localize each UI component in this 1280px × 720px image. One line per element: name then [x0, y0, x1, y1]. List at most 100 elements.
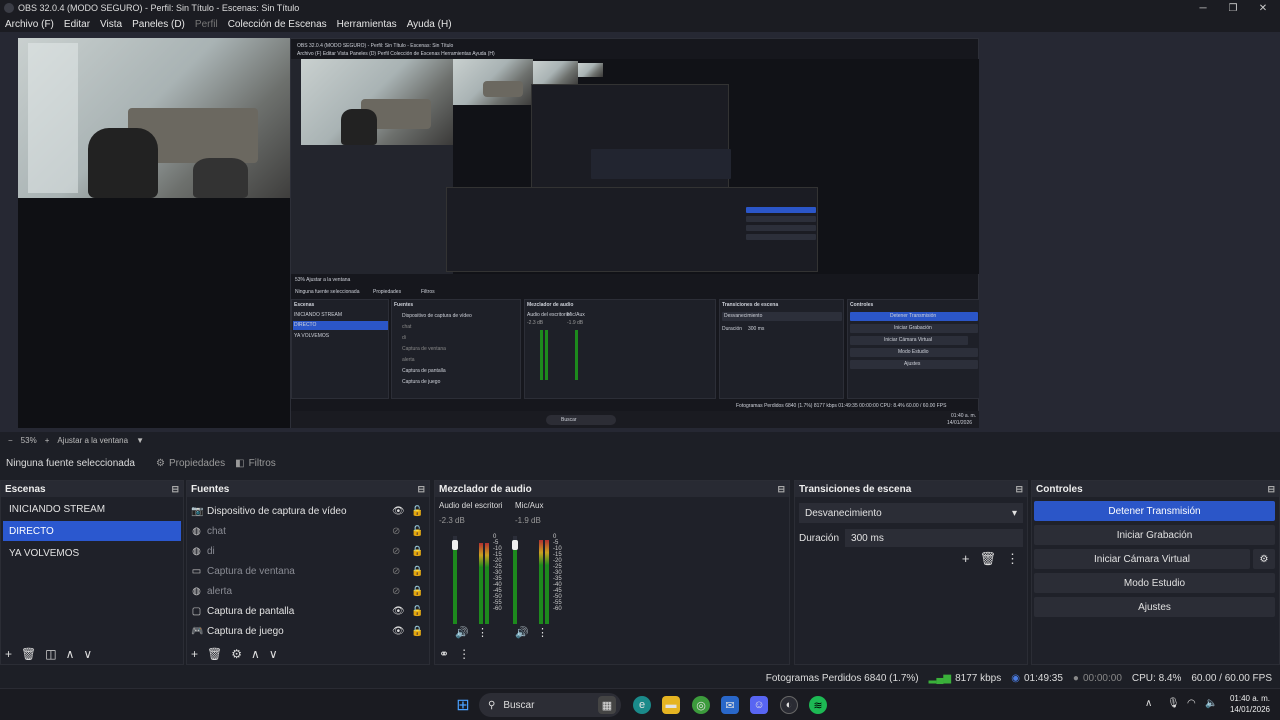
eye-off-icon[interactable]: ⊘: [392, 526, 400, 537]
gear-icon: ⚙: [156, 457, 165, 469]
zoom-out-button[interactable]: −: [8, 436, 13, 445]
mixer-toolbar: ⚭ ⋮: [439, 647, 479, 661]
unlock-icon[interactable]: 🔓: [411, 506, 423, 517]
add-scene-icon[interactable]: +: [5, 647, 12, 661]
settings-button[interactable]: Ajustes: [1034, 597, 1275, 617]
eye-icon[interactable]: 👁: [392, 626, 405, 637]
eye-off-icon[interactable]: ⊘: [392, 546, 400, 557]
unlock-icon[interactable]: 🔓: [411, 606, 423, 617]
edge-browser-icon[interactable]: e: [633, 696, 651, 714]
lock-icon[interactable]: 🔒: [411, 626, 423, 637]
dock-menu-icon[interactable]: ⊟: [171, 484, 179, 495]
mail-icon[interactable]: ✉: [721, 696, 739, 714]
speaker-icon[interactable]: 🔊: [515, 626, 529, 639]
source-row[interactable]: ▭ Captura de ventana ⊘ 🔒: [187, 561, 429, 581]
wifi-icon[interactable]: ◠: [1187, 698, 1196, 709]
obs-taskbar-icon[interactable]: ◐: [780, 696, 798, 714]
nested-duration-label: Duración: [722, 326, 743, 332]
source-row[interactable]: 📷 Dispositivo de captura de vídeo 👁 🔓: [187, 501, 429, 521]
source-settings-icon[interactable]: ⚙: [231, 647, 242, 661]
menu-herramientas[interactable]: Herramientas: [337, 19, 397, 30]
widget-icon[interactable]: ▦: [598, 696, 616, 714]
lock-icon[interactable]: 🔒: [411, 566, 423, 577]
menu-perfil[interactable]: Perfil: [195, 19, 218, 30]
unlock-icon[interactable]: 🔓: [411, 526, 423, 537]
dock-menu-icon[interactable]: ⊟: [417, 484, 425, 495]
discord-icon[interactable]: ☺: [750, 696, 768, 714]
zoom-dropdown-arrow-icon[interactable]: ▼: [136, 436, 144, 445]
start-virtual-camera-button[interactable]: Iniciar Cámara Virtual: [1034, 549, 1250, 569]
studio-mode-button[interactable]: Modo Estudio: [1034, 573, 1275, 593]
duration-spinbox[interactable]: 300 ms: [845, 529, 1023, 547]
preview-canvas[interactable]: OBS 32.0.4 (MODO SEGURO) - Perfil: Sin T…: [18, 38, 979, 428]
speaker-icon[interactable]: 🔊: [455, 626, 469, 639]
kebab-menu-icon[interactable]: ⋮: [1006, 551, 1019, 567]
scene-ya-volvemos[interactable]: YA VOLVEMOS: [3, 543, 181, 563]
volume-slider-knob[interactable]: [512, 540, 518, 550]
maximize-button[interactable]: ❐: [1218, 0, 1248, 16]
add-transition-icon[interactable]: +: [962, 551, 970, 567]
menu-vista[interactable]: Vista: [100, 19, 122, 30]
nested-title: OBS 32.0.4 (MODO SEGURO) - Perfil: Sin T…: [297, 43, 454, 49]
minimize-button[interactable]: ─: [1188, 0, 1218, 16]
source-row[interactable]: ◍ chat ⊘ 🔓: [187, 521, 429, 541]
eye-off-icon[interactable]: ⊘: [392, 566, 400, 577]
zoom-in-button[interactable]: +: [45, 436, 50, 445]
menu-ayuda[interactable]: Ayuda (H): [407, 19, 452, 30]
tray-chevron-icon[interactable]: ∧: [1145, 698, 1152, 709]
menu-paneles[interactable]: Paneles (D): [132, 19, 185, 30]
remove-transition-icon[interactable]: 🗑: [979, 551, 996, 567]
remove-scene-icon[interactable]: 🗑: [21, 647, 36, 661]
virtual-camera-settings-gear-icon[interactable]: ⚙: [1253, 549, 1275, 569]
microphone-icon[interactable]: 🎙: [1167, 698, 1180, 709]
eye-icon[interactable]: 👁: [392, 506, 405, 517]
eye-icon[interactable]: 👁: [392, 606, 405, 617]
scene-directo[interactable]: DIRECTO: [3, 521, 181, 541]
dock-menu-icon[interactable]: ⊟: [777, 484, 785, 495]
move-up-icon[interactable]: ∧: [66, 647, 75, 661]
stop-streaming-button[interactable]: Detener Transmisión: [1034, 501, 1275, 521]
properties-button[interactable]: ⚙ Propiedades: [156, 458, 225, 469]
transition-select[interactable]: Desvanecimiento ▾: [799, 503, 1023, 523]
dock-menu-icon[interactable]: ⊟: [1015, 484, 1023, 495]
mixer-link-icon[interactable]: ⚭: [439, 647, 449, 661]
source-row[interactable]: ◍ di ⊘ 🔒: [187, 541, 429, 561]
volume-slider-knob[interactable]: [452, 540, 458, 550]
scene-iniciando-stream[interactable]: INICIANDO STREAM: [3, 499, 181, 519]
volume-level-fill: [453, 543, 457, 624]
menu-archivo[interactable]: Archivo (F): [5, 19, 54, 30]
lock-icon[interactable]: 🔒: [411, 586, 423, 597]
nested-control-4: Ajustes: [904, 361, 921, 367]
start-recording-button[interactable]: Iniciar Grabación: [1034, 525, 1275, 545]
fit-window-label[interactable]: Ajustar a la ventana: [57, 436, 128, 445]
source-row[interactable]: 🎮 Captura de juego 👁 🔒: [187, 621, 429, 641]
spotify-icon[interactable]: ≋: [809, 696, 827, 714]
windows-start-icon[interactable]: ⊞: [454, 696, 472, 714]
scene-filters-icon[interactable]: ◫: [45, 647, 56, 661]
volume-icon[interactable]: 🔈: [1205, 698, 1217, 709]
nested-source-6: Captura de juego: [402, 379, 441, 385]
source-row[interactable]: ◍ alerta ⊘ 🔒: [187, 581, 429, 601]
menu-coleccion-escenas[interactable]: Colección de Escenas: [228, 19, 327, 30]
controls-dock: Controles ⊟ Detener Transmisión Iniciar G…: [1031, 480, 1280, 665]
kebab-menu-icon[interactable]: ⋮: [477, 626, 488, 639]
file-explorer-icon[interactable]: ▬: [662, 696, 680, 714]
move-up-icon[interactable]: ∧: [251, 647, 260, 661]
add-source-icon[interactable]: +: [191, 647, 198, 661]
dock-menu-icon[interactable]: ⊟: [1267, 484, 1275, 495]
taskbar-clock[interactable]: 01:40 a. m. 14/01/2026: [1230, 693, 1270, 715]
camera-icon: 📷: [191, 505, 204, 517]
filters-button[interactable]: ◧ Filtros: [235, 458, 276, 469]
status-bar: Fotogramas Perdidos 6840 (1.7%) ▂▄▆ 8177…: [0, 668, 1280, 688]
kebab-menu-icon[interactable]: ⋮: [537, 626, 548, 639]
close-button[interactable]: ✕: [1248, 0, 1278, 16]
move-down-icon[interactable]: ∨: [83, 647, 92, 661]
eye-off-icon[interactable]: ⊘: [392, 586, 400, 597]
lock-icon[interactable]: 🔒: [411, 546, 423, 557]
chrome-icon[interactable]: ◎: [692, 696, 710, 714]
kebab-menu-icon[interactable]: ⋮: [458, 647, 470, 661]
remove-source-icon[interactable]: 🗑: [207, 647, 222, 661]
menu-editar[interactable]: Editar: [64, 19, 90, 30]
source-row[interactable]: ▢ Captura de pantalla 👁 🔓: [187, 601, 429, 621]
move-down-icon[interactable]: ∨: [269, 647, 278, 661]
